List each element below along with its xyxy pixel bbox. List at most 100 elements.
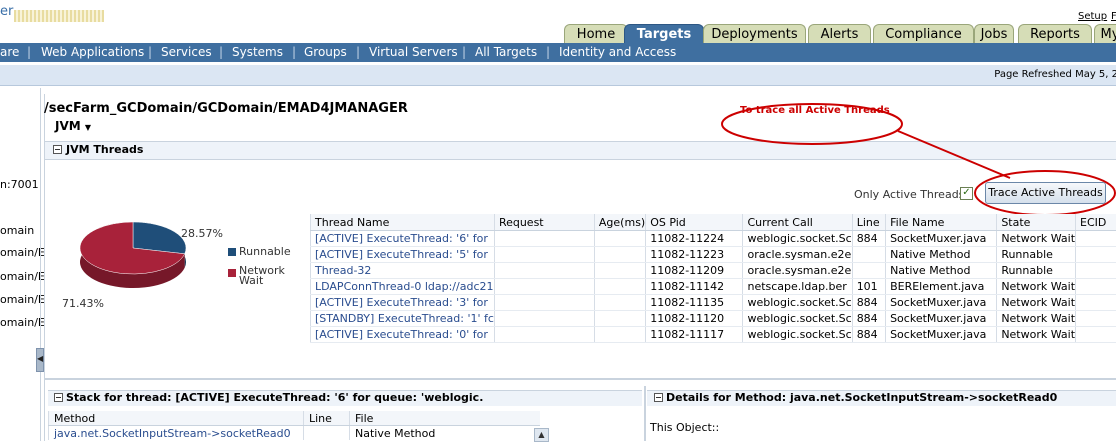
column-header-current-call[interactable]: Current Call (743, 214, 852, 231)
tab-home[interactable]: Home (564, 24, 628, 44)
thread-name-cell[interactable]: Thread-32 (311, 263, 495, 279)
help-link[interactable]: F (1111, 11, 1116, 22)
line-cell (852, 247, 885, 263)
tab-my[interactable]: My (1094, 24, 1116, 44)
chevron-down-icon: ▼ (85, 123, 91, 132)
column-header-state[interactable]: State (997, 214, 1076, 231)
tree-item[interactable]: omain (0, 224, 34, 237)
thread-name-cell[interactable]: [ACTIVE] ExecuteThread: '5' for (311, 247, 495, 263)
collapse-details-icon[interactable] (654, 393, 663, 402)
tree-item[interactable]: omain/E (0, 293, 45, 306)
brand-logo-text: er (0, 4, 13, 19)
current-call-cell: oracle.sysman.e2e (743, 247, 852, 263)
subnav-item-web-applications[interactable]: Web Applications (41, 43, 144, 62)
column-header-thread-name[interactable]: Thread Name (311, 214, 495, 231)
legend-swatch-network-wait (228, 269, 236, 277)
threads-table: Thread Name Request Age(ms) OS Pid Curre… (310, 214, 1116, 343)
tree-item[interactable]: omain/E (0, 316, 45, 329)
subnav-item-software[interactable]: are (0, 43, 19, 62)
scroll-up-icon[interactable]: ▲ (534, 428, 549, 442)
current-call-cell: weblogic.socket.Sc (743, 295, 852, 311)
tab-deployments[interactable]: Deployments (703, 24, 806, 44)
setup-link[interactable]: Setup (1078, 11, 1107, 22)
threads-table-header-row: Thread Name Request Age(ms) OS Pid Curre… (311, 214, 1116, 231)
thread-state-pie-chart (80, 200, 190, 300)
trace-active-threads-button[interactable]: Trace Active Threads (985, 182, 1106, 204)
current-call-cell: weblogic.socket.Sc (743, 311, 852, 327)
subnav-item-identity-access[interactable]: Identity and Access (559, 43, 676, 62)
os-pid-cell: 11082-11120 (646, 311, 743, 327)
subnav-separator: | (219, 43, 223, 62)
only-active-threads-checkbox[interactable]: ✓ (960, 187, 973, 200)
column-header-line[interactable]: Line (304, 411, 350, 426)
file-name-cell: Native Method (886, 247, 997, 263)
thread-name-cell[interactable]: [ACTIVE] ExecuteThread: '0' for (311, 327, 495, 343)
subnav-item-groups[interactable]: Groups (304, 43, 347, 62)
panel-divider[interactable] (644, 386, 646, 441)
file-name-cell: SocketMuxer.java (886, 231, 997, 247)
state-cell: Network Wait (997, 295, 1076, 311)
only-active-threads-label: Only Active Threads (854, 188, 964, 201)
collapse-section-icon[interactable] (53, 145, 62, 154)
current-call-cell: weblogic.socket.Sc (743, 327, 852, 343)
subnav-separator: | (292, 43, 296, 62)
state-cell: Network Wait (997, 311, 1076, 327)
table-row[interactable]: [STANDBY] ExecuteThread: '1' fc 11082-111… (311, 311, 1116, 327)
tab-reports[interactable]: Reports (1018, 24, 1092, 44)
table-row[interactable]: Thread-3211082-11209oracle.sysman.e2eNat… (311, 263, 1116, 279)
column-header-line[interactable]: Line (852, 214, 885, 231)
table-row[interactable]: [ACTIVE] ExecuteThread: '0' for11082-111… (311, 327, 1116, 343)
subnav-bar: are | Web Applications | Services | Syst… (0, 43, 1116, 62)
brand-logo-graphic (14, 10, 104, 22)
tab-alerts[interactable]: Alerts (808, 24, 871, 44)
tree-item[interactable]: omain/E (0, 270, 45, 283)
column-header-age[interactable]: Age(ms) (594, 214, 645, 231)
tab-targets[interactable]: Targets (624, 24, 704, 44)
tree-item[interactable]: omain/E (0, 246, 45, 259)
thread-name-cell[interactable]: LDAPConnThread-0 ldap://adc21 (311, 279, 495, 295)
column-header-request[interactable]: Request (494, 214, 594, 231)
subnav-item-systems[interactable]: Systems (232, 43, 283, 62)
tab-compliance[interactable]: Compliance (873, 24, 974, 44)
tab-jobs[interactable]: Jobs (974, 24, 1014, 44)
age-cell (594, 279, 645, 295)
column-header-file[interactable]: File (350, 411, 540, 426)
jvm-menu[interactable]: JVM ▼ (55, 119, 91, 133)
thread-name-cell[interactable]: [ACTIVE] ExecuteThread: '3' for (311, 295, 495, 311)
column-header-os-pid[interactable]: OS Pid (646, 214, 743, 231)
subnav-separator: | (148, 43, 152, 62)
column-header-file-name[interactable]: File Name (886, 214, 997, 231)
collapse-pane-handle[interactable]: ◀ (36, 348, 44, 372)
legend-label-network-wait: Network Wait (239, 266, 284, 286)
table-row[interactable]: [ACTIVE] ExecuteThread: '3' for11082-111… (311, 295, 1116, 311)
line-cell (852, 263, 885, 279)
pie-label-network-wait: 71.43% (62, 297, 104, 310)
ecid-cell (1076, 327, 1116, 343)
subnav-item-virtual-servers[interactable]: Virtual Servers (369, 43, 458, 62)
state-cell: Network Wait (997, 327, 1076, 343)
table-row[interactable]: LDAPConnThread-0 ldap://adc2111082-11142… (311, 279, 1116, 295)
subnav-item-services[interactable]: Services (161, 43, 212, 62)
stack-method-cell[interactable]: java.net.SocketInputStream->socketRead0 (49, 426, 304, 441)
pie-label-runnable: 28.57% (181, 227, 223, 240)
age-cell (594, 231, 645, 247)
os-pid-cell: 11082-11209 (646, 263, 743, 279)
section-separator (45, 378, 1116, 380)
annotation-text: To trace all Active Threads (740, 105, 890, 116)
stack-panel-title: Stack for thread: [ACTIVE] ExecuteThread… (66, 391, 483, 404)
file-name-cell: SocketMuxer.java (886, 311, 997, 327)
table-row[interactable]: java.net.SocketInputStream->socketRead0 … (49, 426, 540, 441)
subnav-item-all-targets[interactable]: All Targets (475, 43, 537, 62)
collapse-stack-icon[interactable] (54, 393, 63, 402)
file-name-cell: BERElement.java (886, 279, 997, 295)
os-pid-cell: 11082-11224 (646, 231, 743, 247)
thread-name-cell[interactable]: [STANDBY] ExecuteThread: '1' fc (311, 311, 495, 327)
column-header-ecid[interactable]: ECID (1076, 214, 1116, 231)
tree-item[interactable]: n:7001 (0, 178, 39, 191)
table-row[interactable]: [ACTIVE] ExecuteThread: '6' for 11082-112… (311, 231, 1116, 247)
this-object-label: This Object:: (650, 421, 719, 434)
column-header-method[interactable]: Method (49, 411, 304, 426)
table-row[interactable]: [ACTIVE] ExecuteThread: '5' for11082-112… (311, 247, 1116, 263)
state-cell: Runnable (997, 263, 1076, 279)
thread-name-cell[interactable]: [ACTIVE] ExecuteThread: '6' for (311, 231, 495, 247)
